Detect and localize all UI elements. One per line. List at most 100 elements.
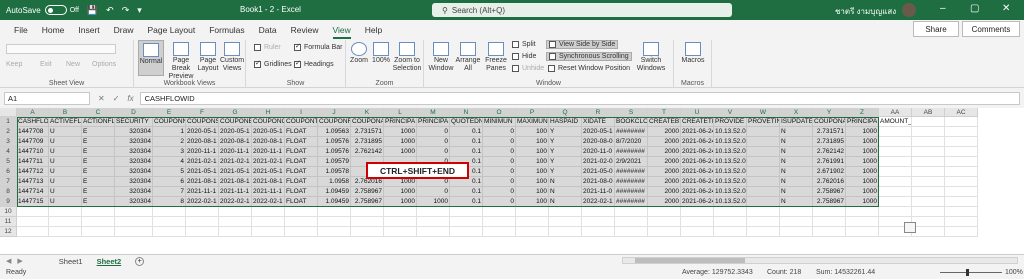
data-cell[interactable] (945, 127, 978, 137)
data-cell[interactable]: 1000 (384, 187, 417, 197)
data-cell[interactable] (912, 217, 945, 227)
data-cell[interactable] (549, 207, 582, 217)
data-cell[interactable] (879, 197, 912, 207)
data-cell[interactable] (450, 227, 483, 237)
data-cell[interactable]: 0 (417, 147, 450, 157)
data-cell[interactable] (516, 217, 549, 227)
data-cell[interactable] (153, 207, 186, 217)
data-cell[interactable]: E (82, 137, 115, 147)
data-cell[interactable]: U (49, 137, 82, 147)
header-cell[interactable]: PRINCIPA (846, 117, 879, 127)
data-cell[interactable]: 320304 (115, 197, 153, 207)
data-cell[interactable] (879, 157, 912, 167)
data-cell[interactable]: FLOAT (285, 167, 318, 177)
data-cell[interactable]: 2000 (648, 197, 681, 207)
header-cell[interactable] (912, 117, 945, 127)
data-cell[interactable]: FLOAT (285, 157, 318, 167)
data-cell[interactable] (747, 227, 780, 237)
data-cell[interactable]: 2021-06-24 (681, 167, 714, 177)
data-cell[interactable]: 1000 (417, 197, 450, 207)
header-cell[interactable]: COUPONS (186, 117, 219, 127)
ruler-checkbox[interactable]: Ruler (254, 44, 281, 51)
data-cell[interactable] (115, 227, 153, 237)
freeze-panes-button[interactable]: Freeze Panes (482, 42, 510, 73)
data-cell[interactable]: N (780, 177, 813, 187)
data-cell[interactable]: 2022-02-1 (219, 197, 252, 207)
data-cell[interactable]: 1000 (384, 147, 417, 157)
data-cell[interactable] (582, 207, 615, 217)
data-cell[interactable]: E (82, 177, 115, 187)
data-cell[interactable] (780, 217, 813, 227)
data-cell[interactable] (17, 207, 49, 217)
cancel-icon[interactable]: ✕ (98, 94, 105, 103)
data-cell[interactable]: ######## (615, 187, 648, 197)
enter-icon[interactable]: ✓ (113, 94, 120, 103)
data-cell[interactable]: 2022-02-1 (582, 197, 615, 207)
data-cell[interactable] (780, 207, 813, 217)
header-cell[interactable]: ACTIVEFL (49, 117, 82, 127)
data-cell[interactable]: 1447708 (17, 127, 49, 137)
data-cell[interactable] (417, 227, 450, 237)
data-cell[interactable]: 2.671902 (813, 167, 846, 177)
data-cell[interactable]: 2020-05-1 (582, 127, 615, 137)
tab-file[interactable]: File (14, 25, 28, 35)
data-cell[interactable]: 2020-08-0 (582, 137, 615, 147)
data-cell[interactable] (219, 227, 252, 237)
unhide-button[interactable]: Unhide (512, 65, 544, 72)
data-cell[interactable]: 2000 (648, 137, 681, 147)
data-cell[interactable]: FLOAT (285, 177, 318, 187)
data-cell[interactable]: FLOAT (285, 137, 318, 147)
data-cell[interactable] (582, 227, 615, 237)
data-cell[interactable]: 1447710 (17, 147, 49, 157)
data-cell[interactable]: 2020-08-1 (186, 137, 219, 147)
data-cell[interactable]: 100 (516, 147, 549, 157)
zoom-100-button[interactable]: 100% (370, 42, 392, 65)
data-cell[interactable]: 2.731895 (351, 137, 384, 147)
data-cell[interactable]: 0 (483, 127, 516, 137)
data-cell[interactable] (813, 217, 846, 227)
paste-options-icon[interactable] (904, 222, 916, 233)
tab-help[interactable]: Help (365, 25, 382, 35)
data-cell[interactable]: 1447713 (17, 177, 49, 187)
header-cell[interactable]: ACTIONFL (82, 117, 115, 127)
data-cell[interactable]: Y (549, 137, 582, 147)
data-cell[interactable] (945, 187, 978, 197)
data-cell[interactable]: 0 (417, 127, 450, 137)
data-cell[interactable] (219, 217, 252, 227)
data-cell[interactable]: 1.09578 (318, 167, 351, 177)
comments-button[interactable]: Comments (962, 21, 1020, 37)
data-cell[interactable]: Y (549, 157, 582, 167)
data-cell[interactable]: 320304 (115, 167, 153, 177)
column-header-h[interactable]: H (252, 108, 285, 117)
data-cell[interactable] (285, 227, 318, 237)
column-header-l[interactable]: L (384, 108, 417, 117)
data-cell[interactable]: N (780, 197, 813, 207)
data-cell[interactable]: 1.09579 (318, 157, 351, 167)
data-cell[interactable]: 0.1 (450, 127, 483, 137)
data-cell[interactable]: 2021-02-1 (186, 157, 219, 167)
data-cell[interactable] (747, 137, 780, 147)
data-cell[interactable]: 0.1 (450, 137, 483, 147)
column-header-d[interactable]: D (115, 108, 153, 117)
header-cell[interactable]: SECURITY (115, 117, 153, 127)
data-cell[interactable]: 2020-11-1 (186, 147, 219, 157)
data-cell[interactable]: U (49, 177, 82, 187)
data-cell[interactable]: 1.09563 (318, 127, 351, 137)
data-cell[interactable] (17, 217, 49, 227)
page-layout-button[interactable]: Page Layout (197, 42, 219, 73)
data-cell[interactable]: 2.758967 (351, 187, 384, 197)
data-cell[interactable] (417, 217, 450, 227)
data-cell[interactable] (153, 227, 186, 237)
zoom-to-selection-button[interactable]: Zoom to Selection (392, 42, 422, 73)
data-cell[interactable]: U (49, 147, 82, 157)
data-cell[interactable] (450, 217, 483, 227)
data-cell[interactable]: U (49, 197, 82, 207)
column-header-e[interactable]: E (153, 108, 186, 117)
data-cell[interactable]: 10.13.52.000000 (714, 197, 747, 207)
data-cell[interactable] (153, 217, 186, 227)
data-cell[interactable]: 2 (153, 137, 186, 147)
autosave-toggle[interactable] (44, 5, 67, 15)
data-cell[interactable]: 1447712 (17, 167, 49, 177)
data-cell[interactable]: 2021-06-24 (681, 147, 714, 157)
data-cell[interactable]: 100 (516, 167, 549, 177)
